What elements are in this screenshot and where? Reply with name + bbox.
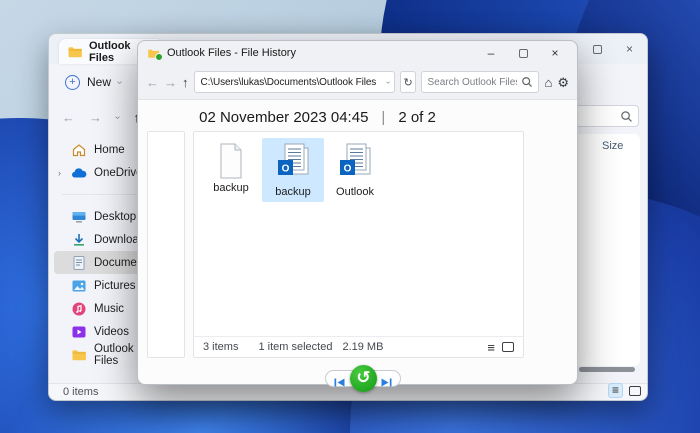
- version-position: 2 of 2: [398, 109, 436, 126]
- gear-icon[interactable]: ⚙: [557, 76, 569, 89]
- file-item-backup-doc[interactable]: backup: [200, 138, 262, 202]
- back-icon[interactable]: ←: [146, 75, 159, 90]
- sidebar-item-desktop[interactable]: Desktop: [54, 205, 149, 228]
- search-icon: [621, 111, 632, 122]
- new-plus-icon: +: [65, 74, 80, 90]
- documents-icon: [73, 255, 85, 270]
- new-button[interactable]: New: [87, 75, 111, 89]
- file-label: Outlook: [336, 186, 374, 198]
- svg-text:O: O: [344, 164, 352, 175]
- file-label: backup: [213, 182, 249, 194]
- file-item-backup-pst[interactable]: O backup: [262, 138, 324, 202]
- items-panel: backup O backup O Outlook 3 items 1 item…: [193, 131, 524, 358]
- version-header: 02 November 2023 04:45 | 2 of 2: [98, 109, 537, 126]
- search-input[interactable]: [427, 76, 518, 88]
- maximize-icon[interactable]: [507, 41, 539, 65]
- sidebar-item-label: Desktop: [94, 210, 137, 223]
- desktop: Outlook Files × + New › ← → › ↑ Size Ho: [0, 0, 700, 433]
- sidebar-item-documents[interactable]: Documents: [54, 251, 152, 274]
- music-icon: [72, 302, 86, 315]
- file-item-outlook-pst[interactable]: O Outlook: [324, 138, 386, 202]
- sidebar-item-label: Music: [94, 302, 125, 315]
- thumbnail-view-icon[interactable]: [629, 385, 641, 396]
- outlook-data-file-icon: O: [340, 143, 371, 175]
- home-icon[interactable]: ⌂: [544, 76, 552, 89]
- close-icon[interactable]: ×: [539, 41, 571, 65]
- file-history-icon: [147, 47, 163, 61]
- maximize-icon[interactable]: [592, 44, 602, 54]
- home-icon: [72, 143, 86, 156]
- sidebar-item-outlook-files[interactable]: Outlook Files: [54, 343, 149, 367]
- close-icon[interactable]: ×: [626, 42, 633, 56]
- restore-icon: ↺: [356, 367, 371, 387]
- sidebar-item-pictures[interactable]: Pictures: [54, 274, 149, 297]
- horizontal-scrollbar[interactable]: [579, 367, 635, 372]
- outlook-data-file-icon: O: [278, 143, 309, 175]
- up-icon[interactable]: ↑: [182, 75, 189, 90]
- explorer-sidebar: Home › OneDrive Desktop Downloads Docume…: [54, 138, 152, 367]
- restore-button[interactable]: ↺: [350, 365, 377, 392]
- sidebar-item-videos[interactable]: Videos: [54, 320, 149, 343]
- selection-count: 1 item selected: [258, 341, 333, 353]
- sidebar-item-label: Home: [94, 143, 125, 156]
- folder-icon: [72, 349, 86, 360]
- sidebar-item-music[interactable]: Music: [54, 297, 149, 320]
- chevron-down-icon[interactable]: ›: [114, 80, 125, 83]
- sidebar-item-downloads[interactable]: Downloads: [54, 228, 151, 251]
- refresh-icon[interactable]: ↻: [399, 71, 417, 93]
- pictures-icon: [72, 280, 86, 291]
- restore-controls: ↺: [138, 363, 577, 393]
- file-history-toolbar: ← → ↑ › ↻ ⌂ ⚙: [138, 65, 577, 100]
- window-title: Outlook Files - File History: [167, 47, 296, 59]
- search-box[interactable]: [421, 71, 540, 93]
- details-view-icon[interactable]: ≡: [607, 383, 623, 398]
- file-history-body: 02 November 2023 04:45 | 2 of 2 backup O…: [138, 100, 577, 392]
- sidebar-item-label: OneDrive: [94, 166, 143, 179]
- chevron-down-icon[interactable]: ›: [384, 81, 393, 84]
- sidebar-item-home[interactable]: Home: [54, 138, 149, 161]
- previous-version-button[interactable]: [334, 374, 345, 392]
- thumbnail-view-icon[interactable]: [502, 342, 514, 352]
- back-icon[interactable]: ←: [62, 110, 75, 125]
- version-divider: |: [381, 109, 386, 126]
- file-history-titlebar[interactable]: Outlook Files - File History – ×: [138, 41, 577, 65]
- folder-icon: [68, 46, 82, 57]
- column-header-size[interactable]: Size: [602, 140, 623, 152]
- items-count: 0 items: [63, 386, 99, 398]
- svg-text:O: O: [282, 164, 290, 175]
- history-clock-icon: [155, 53, 163, 61]
- search-icon: [522, 77, 533, 87]
- file-list: backup O backup O Outlook: [200, 138, 386, 202]
- chevron-right-icon[interactable]: ›: [58, 168, 61, 178]
- file-label: backup: [275, 186, 311, 198]
- items-status-bar: 3 items 1 item selected 2.19 MB ≡: [194, 336, 523, 357]
- file-history-window: Outlook Files - File History – × ← → ↑ ›…: [137, 40, 578, 392]
- minimize-icon[interactable]: –: [475, 41, 507, 65]
- navigation-pane: [147, 131, 185, 358]
- address-bar[interactable]: ›: [193, 71, 395, 93]
- total-items: 3 items: [203, 341, 239, 353]
- sidebar-item-label: Videos: [94, 325, 129, 338]
- document-icon: [220, 143, 242, 179]
- selection-size: 2.19 MB: [342, 341, 384, 353]
- details-view-icon[interactable]: ≡: [487, 341, 495, 354]
- sidebar-item-onedrive[interactable]: › OneDrive: [54, 161, 149, 184]
- address-input[interactable]: [200, 76, 388, 88]
- videos-icon: [72, 326, 86, 337]
- onedrive-cloud-icon: [71, 167, 87, 178]
- forward-icon[interactable]: →: [164, 75, 177, 90]
- sidebar-separator: [62, 194, 143, 195]
- version-date: 02 November 2023 04:45: [199, 109, 369, 126]
- sidebar-item-label: Pictures: [94, 279, 136, 292]
- desktop-icon: [72, 211, 86, 223]
- next-version-button[interactable]: [381, 374, 392, 392]
- downloads-icon: [74, 233, 84, 246]
